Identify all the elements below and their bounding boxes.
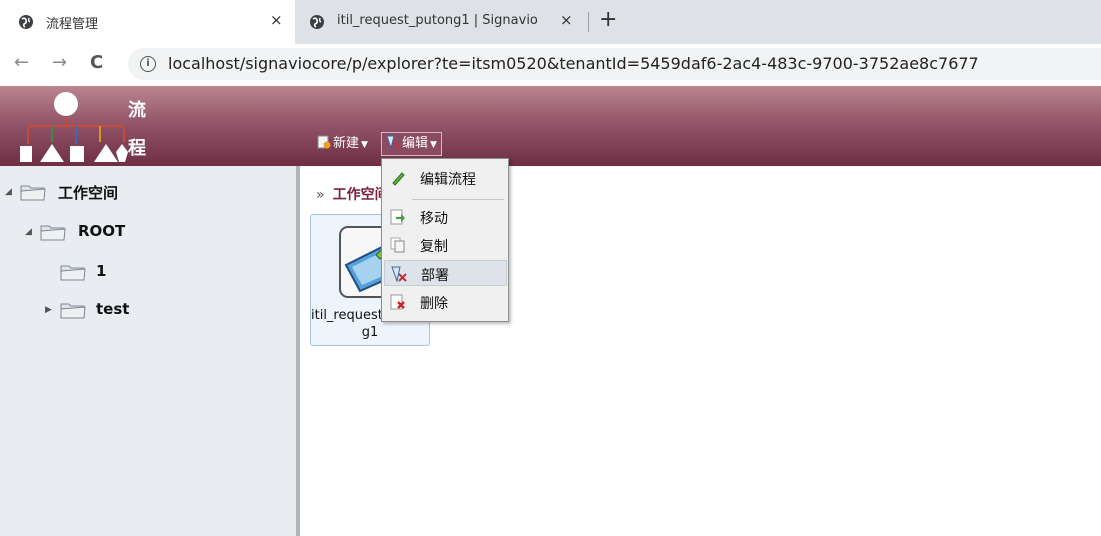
pencil-icon [392,172,405,186]
folder-icon [20,185,46,201]
edit-dropdown-menu: 编辑流程 移动 复制 部署 删除 [381,158,509,322]
url-field[interactable]: i localhost/signaviocore/p/explorer?te=i… [128,48,1101,80]
menu-item-label: 编辑流程 [420,172,476,188]
chevron-down-icon: ▼ [430,140,437,150]
menu-item-label: 复制 [420,239,448,255]
close-icon[interactable]: × [560,11,573,29]
chevron-down-icon: ▼ [361,140,368,150]
delete-icon [390,294,405,310]
tree-label: test [96,300,130,318]
app-header: 流 程 新建 ▼ 编辑 ▼ [0,86,1101,166]
reload-button[interactable]: C [90,52,103,73]
tab-title: 流程管理 [46,17,99,32]
edit-button[interactable]: 编辑 ▼ [381,132,442,156]
close-icon[interactable]: × [270,11,283,29]
tab-itil-request[interactable]: itil_request_putong1 | Signavio × [295,0,585,44]
globe-icon [19,15,33,29]
tree-item-1[interactable]: 1 [0,260,290,286]
logo-text: 程 [128,138,146,159]
breadcrumb: » 工作空间 [316,184,389,204]
new-tab-button[interactable]: + [599,7,617,32]
forward-button[interactable]: → [52,52,67,73]
menu-item-deploy[interactable]: 部署 [384,260,507,286]
folder-icon [40,225,66,241]
new-button-label: 新建 [333,136,360,151]
tab-process-management[interactable]: 流程管理 × [0,0,295,44]
menu-item-label: 移动 [420,211,448,227]
new-doc-icon [317,135,331,149]
logo-text: 流 [128,100,146,121]
menu-item-move[interactable]: 移动 [384,204,505,230]
tab-title: itil_request_putong1 | Signavio [337,13,538,28]
browser-tab-bar: 流程管理 × itil_request_putong1 | Signavio ×… [0,0,1101,44]
copy-icon [390,237,405,253]
folder-icon [60,303,86,319]
globe-icon [310,15,324,29]
address-bar: ← → C i localhost/signaviocore/p/explore… [0,44,1101,84]
folder-tree: ◢ 工作空间 ◢ ROOT 1 ▶ test [0,166,300,536]
menu-item-copy[interactable]: 复制 [384,232,505,258]
tree-item-test[interactable]: ▶ test [0,298,290,324]
tree-label: 1 [96,262,107,280]
tab-separator [588,12,589,32]
menu-divider [412,199,504,200]
tree-label: ROOT [78,222,126,240]
menu-item-edit-process[interactable]: 编辑流程 [384,165,505,191]
menu-item-delete[interactable]: 删除 [384,289,505,315]
expand-icon[interactable]: ◢ [5,187,12,197]
folder-icon [60,265,86,281]
edit-tool-icon [386,135,400,149]
edit-button-label: 编辑 [402,136,429,151]
collapse-icon[interactable]: ▶ [45,305,52,315]
tree-item-root[interactable]: ◢ ROOT [0,220,290,246]
info-icon[interactable]: i [140,56,156,72]
menu-item-label: 删除 [420,296,448,312]
deploy-icon [391,266,407,282]
breadcrumb-separator: » [316,187,325,203]
move-icon [390,209,405,225]
menu-item-label: 部署 [421,268,449,284]
tree-label: 工作空间 [58,184,119,202]
expand-icon[interactable]: ◢ [25,227,32,237]
new-button[interactable]: 新建 ▼ [313,132,372,156]
url-text: localhost/signaviocore/p/explorer?te=its… [168,54,979,73]
back-button[interactable]: ← [14,52,29,73]
tree-item-workspace[interactable]: ◢ 工作空间 [0,180,290,206]
